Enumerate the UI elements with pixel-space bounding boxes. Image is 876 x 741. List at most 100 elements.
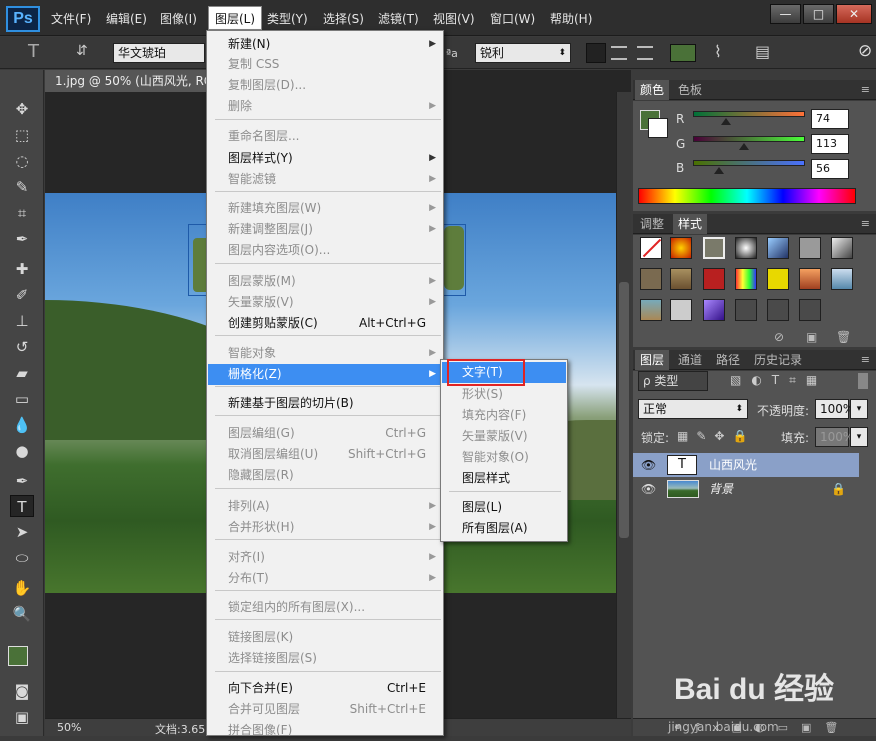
tab-styles[interactable]: 样式 [673,214,708,234]
style-swatch[interactable] [670,299,692,321]
minimize-button[interactable]: — [770,4,801,24]
align-right-button[interactable] [637,46,653,60]
layer-menu-item[interactable]: 新建基于图层的切片(B) [208,393,442,414]
font-family-select[interactable]: 华文琥珀 [113,43,205,63]
healing-brush-icon[interactable]: ✚ [10,258,34,280]
rasterize-menu-item[interactable]: 图层(L) [442,497,566,518]
layer-menu-item[interactable]: 复制图层(D)... [208,75,442,96]
layer-menu-item[interactable]: 排列(A) ▶ [208,496,442,517]
menu-select[interactable]: 选择(S) [323,10,364,27]
menu-filter[interactable]: 滤镜(T) [378,10,419,27]
vertical-scrollbar[interactable] [616,92,631,718]
eyedropper-tool-icon[interactable]: ✒ [10,228,34,250]
type-tool-icon[interactable]: T [10,495,34,517]
rasterize-menu-item[interactable]: 图层样式 [442,468,566,489]
type-tool-preset-icon[interactable]: T [28,41,39,62]
style-swatch[interactable] [767,299,789,321]
layer-menu-item[interactable]: 栅格化(Z) ▶ [208,364,442,385]
layer-menu-item[interactable]: 创建剪贴蒙版(C) Alt+Ctrl+G [208,313,442,334]
scrollbar-thumb[interactable] [619,282,629,538]
style-swatch[interactable] [767,268,789,290]
align-left-button[interactable] [586,43,606,63]
menu-help[interactable]: 帮助(H) [550,10,592,27]
brush-tool-icon[interactable]: ✐ [10,284,34,306]
g-slider-knob[interactable] [738,143,749,150]
clear-style-icon[interactable]: ⊘ [774,330,784,344]
lasso-tool-icon[interactable]: ◌ [10,150,34,172]
g-value-input[interactable]: 113 [811,134,849,154]
layer-menu-item[interactable]: 向下合并(E) Ctrl+E [208,678,442,699]
screen-mode-icon[interactable]: ▣ [10,706,34,728]
menu-file[interactable]: 文件(F) [51,10,91,27]
layer-menu-item[interactable]: 智能滤镜 ▶ [208,169,442,190]
character-panel-icon[interactable]: ▤ [755,42,770,61]
style-swatch[interactable] [799,237,821,259]
layer-menu-item[interactable]: 取消图层编组(U) Shift+Ctrl+G [208,444,442,465]
layer-menu-item[interactable]: 对齐(I) ▶ [208,547,442,568]
tab-adjustments[interactable]: 调整 [635,214,669,234]
quick-select-tool-icon[interactable]: ✎ [10,176,34,198]
tab-history[interactable]: 历史记录 [749,350,807,370]
r-value-input[interactable]: 74 [811,109,849,129]
tab-color[interactable]: 颜色 [635,80,670,100]
ellipse-tool-icon[interactable]: ⬭ [10,547,34,569]
rasterize-menu-item[interactable]: 矢量蒙版(V) [442,426,566,447]
layer-menu-item[interactable]: 分布(T) ▶ [208,568,442,589]
style-swatch[interactable] [831,237,853,259]
layer-menu-item[interactable]: 合并形状(H) ▶ [208,517,442,538]
fill-input[interactable]: 100% [815,427,854,447]
panel-background-swatch[interactable] [648,118,668,138]
style-swatch[interactable] [799,268,821,290]
history-brush-icon[interactable]: ↺ [10,336,34,358]
layer-menu-item[interactable]: 图层蒙版(M) ▶ [208,271,442,292]
r-slider[interactable] [693,111,805,125]
marquee-tool-icon[interactable]: ⬚ [10,124,34,146]
style-swatch[interactable] [703,268,725,290]
align-center-button[interactable] [611,46,627,60]
layer-menu-item[interactable]: 重命名图层... [208,126,442,147]
menu-view[interactable]: 视图(V) [433,10,475,27]
new-style-icon[interactable]: ▣ [806,330,817,344]
layer-filter-select[interactable]: ρ 类型 [638,371,708,391]
layer-menu-item[interactable]: 拼合图像(F) [208,720,442,741]
layer-menu-item[interactable]: 删除 ▶ [208,96,442,117]
color-spectrum-bar[interactable] [638,188,856,204]
menu-type[interactable]: 类型(Y) [267,10,308,27]
layer-menu-item[interactable]: 新建(N) ▶ [208,34,442,55]
layer-menu-item[interactable]: 图层内容选项(O)... [208,240,442,261]
gradient-tool-icon[interactable]: ▭ [10,388,34,410]
style-swatch[interactable] [735,299,757,321]
fill-dropdown-icon[interactable]: ▾ [850,427,868,447]
rasterize-menu-item[interactable]: 所有图层(A) [442,518,566,539]
quick-mask-icon[interactable]: ◙ [10,680,34,702]
path-select-tool-icon[interactable]: ➤ [10,521,34,543]
visibility-eye-icon[interactable]: 👁 [641,453,656,477]
layer-row-text[interactable]: 👁 T 山西风光 [633,453,859,477]
cancel-icon[interactable]: ⊘ [858,41,872,61]
move-tool-icon[interactable]: ✥ [10,98,34,120]
clone-stamp-icon[interactable]: ⊥ [10,310,34,332]
b-slider[interactable] [693,160,805,174]
rasterize-menu-item[interactable]: 智能对象(O) [442,447,566,468]
maximize-button[interactable]: □ [803,4,834,24]
eraser-tool-icon[interactable]: ▰ [10,362,34,384]
document-tab[interactable]: 1.jpg @ 50% (山西风光, RGB [45,70,209,92]
layer-name[interactable]: 背景 [709,477,733,501]
menu-edit[interactable]: 编辑(E) [106,10,147,27]
r-slider-knob[interactable] [721,118,732,125]
style-swatch[interactable] [735,237,757,259]
layer-menu-item[interactable]: 图层样式(Y) ▶ [208,148,442,169]
layer-menu-item[interactable]: 矢量蒙版(V) ▶ [208,292,442,313]
panel-menu-icon[interactable]: ≡ [861,217,870,230]
layer-menu-item[interactable]: 图层编组(G) Ctrl+G [208,423,442,444]
layer-menu-item[interactable]: 新建填充图层(W) ▶ [208,198,442,219]
layer-menu-item[interactable]: 复制 CSS [208,54,442,75]
foreground-color-swatch[interactable] [8,646,28,666]
layer-name[interactable]: 山西风光 [709,453,757,477]
text-color-swatch[interactable] [670,44,696,62]
zoom-tool-icon[interactable]: 🔍 [10,603,34,625]
delete-style-icon[interactable]: 🗑 [836,330,851,344]
b-slider-knob[interactable] [713,167,724,174]
opacity-dropdown-icon[interactable]: ▾ [850,399,868,419]
hand-tool-icon[interactable]: ✋ [10,577,34,599]
